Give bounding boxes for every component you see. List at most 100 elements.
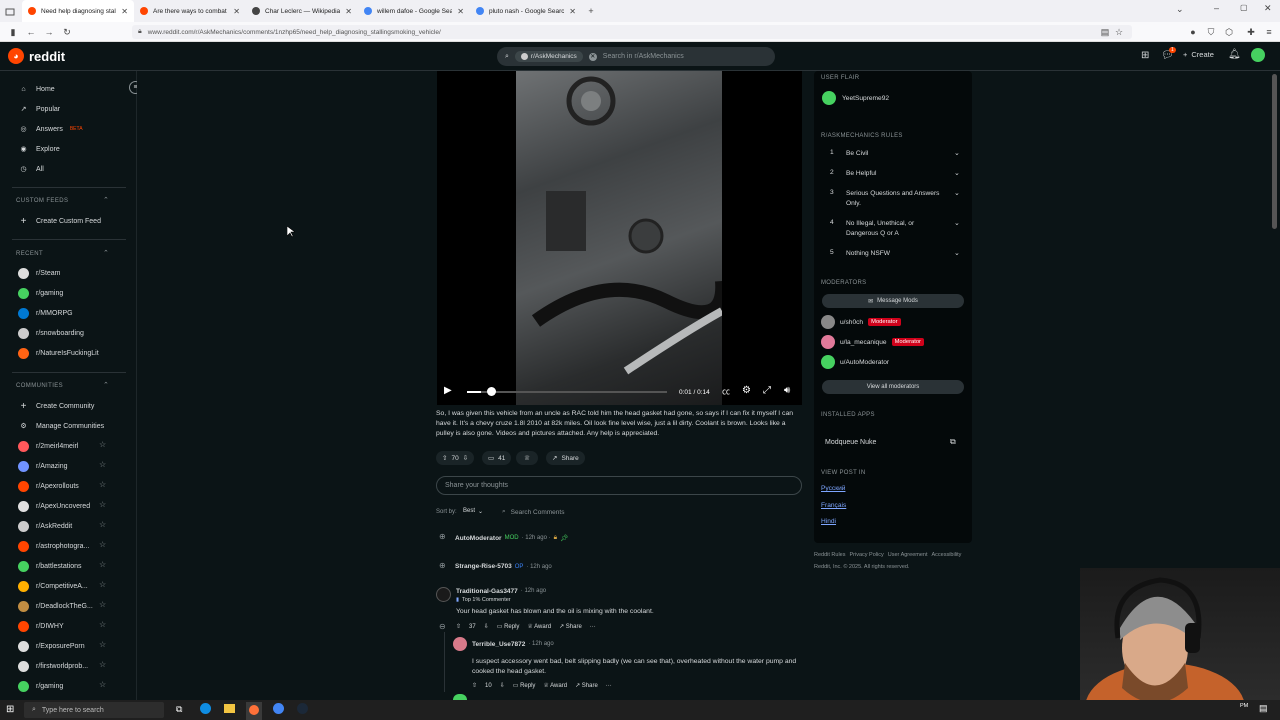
- comment-avatar[interactable]: [436, 587, 451, 602]
- footer-link[interactable]: Privacy Policy: [850, 552, 884, 558]
- forward-icon[interactable]: →: [42, 25, 56, 39]
- menu-icon[interactable]: ≡: [1262, 25, 1276, 39]
- lang-link-hindi[interactable]: Hindi: [821, 518, 836, 525]
- lang-link-french[interactable]: Français: [821, 502, 846, 509]
- comment-input[interactable]: Share your thoughts: [436, 476, 802, 495]
- chevron-up-icon[interactable]: ⌃: [103, 249, 109, 257]
- recent-community[interactable]: r/MMORPG: [18, 306, 73, 320]
- sort-dropdown[interactable]: Best ⌄: [463, 508, 483, 515]
- app-link[interactable]: Modqueue Nuke: [825, 439, 876, 446]
- close-tab-icon[interactable]: ✕: [457, 7, 464, 16]
- rule-item[interactable]: 5 Nothing NSFW ⌄: [830, 249, 960, 259]
- advertise-icon[interactable]: ⊞: [1141, 50, 1149, 61]
- downvote-icon[interactable]: ⇩: [500, 682, 505, 689]
- address-bar[interactable]: 🔒︎ www.reddit.com/r/AskMechanics/comment…: [132, 25, 1132, 39]
- steam-icon[interactable]: [297, 703, 308, 714]
- more-options-icon[interactable]: ···: [606, 683, 612, 689]
- message-mods-button[interactable]: ✉ Message Mods: [822, 294, 964, 308]
- back-icon[interactable]: ←: [24, 25, 38, 39]
- play-icon[interactable]: ▶: [444, 385, 452, 396]
- favorite-star-icon[interactable]: ☆: [99, 640, 106, 649]
- favorite-star-icon[interactable]: ☆: [99, 460, 106, 469]
- manage-communities[interactable]: ⚙ Manage Communities: [18, 419, 104, 433]
- expand-comment-icon[interactable]: ⊕: [439, 532, 446, 541]
- favorite-star-icon[interactable]: ☆: [99, 500, 106, 509]
- browser-tab[interactable]: Char Leclerc — Wikipedia ✕: [246, 0, 358, 22]
- recent-community[interactable]: r/gaming: [18, 286, 63, 300]
- upvote-icon[interactable]: ⇧: [456, 623, 461, 630]
- browser-tab[interactable]: willem dafoe - Google Search ✕: [358, 0, 470, 22]
- reader-view-icon[interactable]: ▤: [1098, 25, 1112, 39]
- sidebar-item-popular[interactable]: ↗ Popular: [18, 102, 61, 116]
- bookmark-star-icon[interactable]: ☆: [1112, 25, 1126, 39]
- favorite-star-icon[interactable]: ☆: [99, 580, 106, 589]
- footer-link[interactable]: User Agreement: [888, 552, 928, 558]
- settings-gear-icon[interactable]: ⚙: [742, 385, 751, 396]
- search-comments-input[interactable]: ⌕ Search Comments: [498, 505, 578, 519]
- rule-item[interactable]: 4 No Illegal, Unethical, or Dangerous Q …: [830, 219, 960, 239]
- rule-item[interactable]: 3 Serious Questions and Answers Only. ⌄: [830, 189, 960, 209]
- extensions-puzzle-icon[interactable]: ✚: [1244, 25, 1258, 39]
- favorite-star-icon[interactable]: ☆: [99, 660, 106, 669]
- video-scrubber[interactable]: [467, 391, 667, 393]
- maximize-icon[interactable]: ▢: [1240, 3, 1248, 12]
- sidebar-item-home[interactable]: ⌂ Home: [18, 82, 54, 96]
- favorite-star-icon[interactable]: ☆: [99, 560, 106, 569]
- view-all-mods-button[interactable]: View all moderators: [822, 380, 964, 394]
- create-custom-feed[interactable]: + Create Custom Feed: [18, 214, 101, 228]
- engine-bay-video-frame[interactable]: [516, 71, 730, 405]
- chevron-up-icon[interactable]: ⌃: [103, 381, 109, 389]
- communities-heading[interactable]: COMMUNITIES: [16, 383, 63, 389]
- tab-list-icon[interactable]: [4, 5, 16, 17]
- comment-author[interactable]: Traditional-Gas3477: [456, 588, 518, 595]
- chrome-icon[interactable]: [273, 703, 284, 714]
- favorite-star-icon[interactable]: ☆: [99, 540, 106, 549]
- recent-community[interactable]: r/snowboarding: [18, 326, 84, 340]
- sidebar-toggle-icon[interactable]: ▮: [6, 25, 20, 39]
- chip-clear-icon[interactable]: ✕: [588, 52, 597, 61]
- external-link-icon[interactable]: ⧉: [950, 437, 956, 447]
- windows-start-icon[interactable]: ⊞: [6, 704, 14, 715]
- close-window-icon[interactable]: ✕: [1264, 3, 1272, 14]
- award-button[interactable]: ♕ Award: [543, 682, 567, 689]
- new-tab-button[interactable]: +: [584, 4, 598, 18]
- create-button[interactable]: + Create: [1183, 50, 1214, 59]
- award-button[interactable]: ♕ Award: [527, 623, 551, 630]
- tab-overflow-icon[interactable]: ⌄: [1176, 4, 1184, 15]
- close-tab-icon[interactable]: ✕: [569, 7, 576, 16]
- share-button[interactable]: ↗ Share: [559, 623, 582, 630]
- close-tab-icon[interactable]: ✕: [345, 7, 352, 16]
- fullscreen-icon[interactable]: ⤢: [763, 385, 771, 396]
- extension-icon[interactable]: ●: [1186, 25, 1200, 39]
- share-button[interactable]: ↗ Share: [575, 682, 598, 689]
- close-tab-icon[interactable]: ✕: [121, 7, 128, 16]
- taskbar-active-app[interactable]: [246, 702, 262, 720]
- comment-avatar[interactable]: [453, 637, 467, 651]
- moderator-item[interactable]: u/la_mecanique Moderator: [821, 335, 924, 349]
- downvote-icon[interactable]: ⇩: [484, 623, 489, 630]
- downvote-icon[interactable]: ⇩: [463, 454, 468, 462]
- minimize-icon[interactable]: –: [1214, 3, 1219, 13]
- moderator-item[interactable]: u/AutoModerator: [821, 355, 889, 369]
- user-avatar[interactable]: [1251, 48, 1265, 62]
- reply-button[interactable]: ▭ Reply: [513, 682, 536, 689]
- comment-author[interactable]: Terrible_Use7872: [472, 641, 525, 648]
- rule-item[interactable]: 1 Be Civil ⌄: [830, 149, 960, 159]
- share-button[interactable]: ↗ Share: [546, 451, 585, 465]
- recent-heading[interactable]: RECENT: [16, 251, 43, 257]
- reddit-logo[interactable]: ◕ reddit: [8, 48, 65, 64]
- comments-button[interactable]: ▭ 41: [482, 451, 512, 465]
- edge-icon[interactable]: [200, 703, 211, 714]
- moderator-item[interactable]: u/sh0ch Moderator: [821, 315, 901, 329]
- sidebar-item-explore[interactable]: ◉ Explore: [18, 142, 59, 156]
- footer-link[interactable]: Accessibility: [931, 552, 961, 558]
- comment-author[interactable]: AutoModerator: [455, 535, 502, 542]
- pocket-icon[interactable]: ⬡: [1222, 25, 1236, 39]
- upvote-icon[interactable]: ⇧: [472, 682, 477, 689]
- taskbar-search[interactable]: ⌕ Type here to search: [24, 702, 164, 718]
- search-bar[interactable]: ⌕ r/AskMechanics ✕ Search in r/AskMechan…: [497, 47, 775, 66]
- favorite-star-icon[interactable]: ☆: [99, 680, 106, 689]
- notifications-icon[interactable]: ▤: [1259, 703, 1268, 714]
- bell-icon[interactable]: 🔔︎: [1228, 49, 1241, 60]
- captions-icon[interactable]: ㏄: [722, 386, 730, 397]
